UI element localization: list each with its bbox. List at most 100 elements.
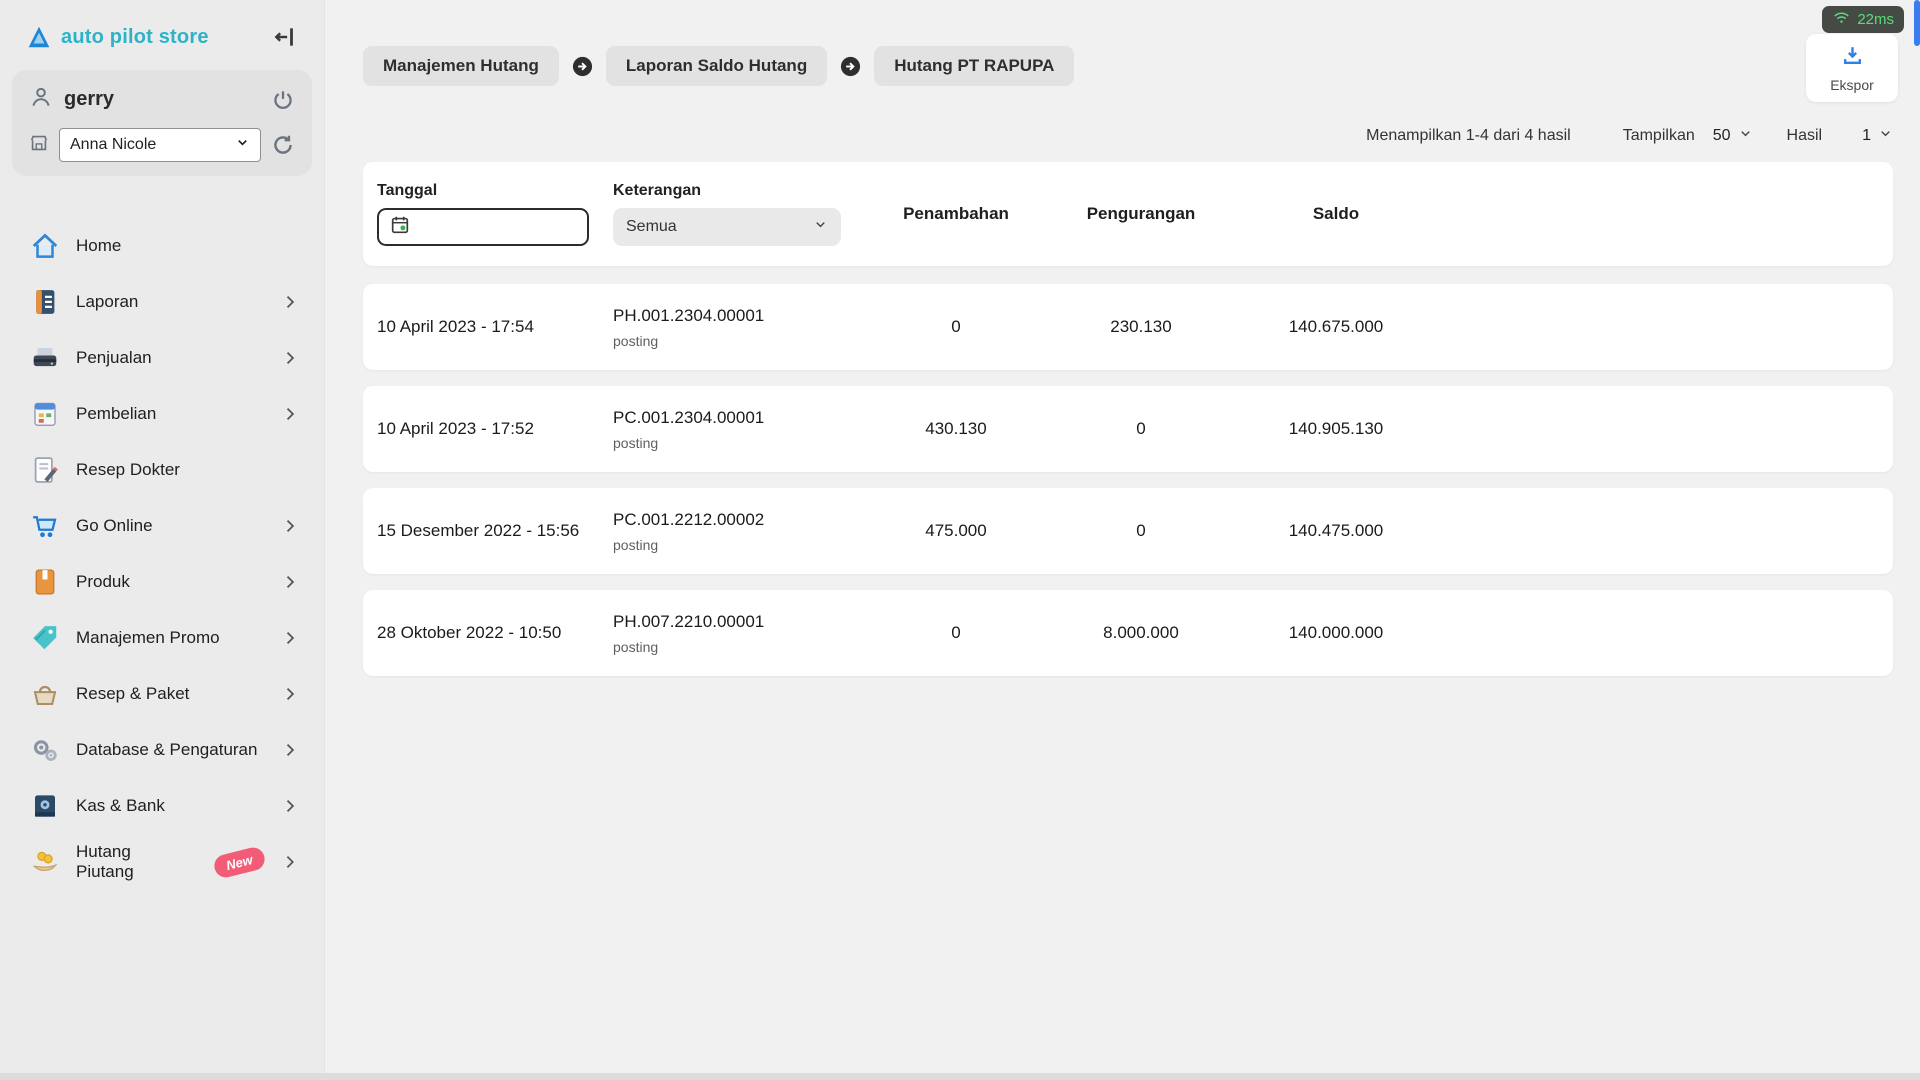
page-dropdown[interactable]: 1 <box>1862 126 1893 146</box>
latency-badge: 22ms <box>1822 6 1904 33</box>
row-penambahan: 430.130 <box>925 419 987 438</box>
row-keterangan: PC.001.2212.00002 posting <box>613 510 866 553</box>
breadcrumb-item[interactable]: Hutang PT RAPUPA <box>874 46 1075 86</box>
export-button[interactable]: Ekspor <box>1806 34 1898 102</box>
row-tanggal: 10 April 2023 - 17:52 <box>377 419 534 438</box>
sidebar-item-database-pengaturan[interactable]: Database & Pengaturan <box>0 722 324 778</box>
row-tanggal: 10 April 2023 - 17:54 <box>377 317 534 336</box>
row-status: posting <box>613 332 659 349</box>
row-kode: PH.001.2304.00001 <box>613 305 765 325</box>
outlet-select[interactable]: Anna Nicole <box>59 128 261 162</box>
column-header-pengurangan: Pengurangan <box>1086 204 1196 223</box>
breadcrumb-arrow-icon <box>839 55 862 78</box>
sidebar-collapse-button[interactable] <box>272 24 298 50</box>
breadcrumb-item[interactable]: Manajemen Hutang <box>363 46 559 86</box>
table-row[interactable]: 10 April 2023 - 17:52 PC.001.2304.00001 … <box>363 386 1893 472</box>
chevron-right-icon <box>280 572 300 592</box>
chevron-right-icon <box>280 796 300 816</box>
row-pengurangan: 230.130 <box>1110 317 1172 336</box>
row-pengurangan: 0 <box>1136 419 1146 438</box>
chevron-down-icon <box>1738 126 1753 146</box>
refresh-button[interactable] <box>270 132 296 158</box>
sidebar-item-label: Resep Dokter <box>76 460 180 479</box>
logo-icon <box>26 24 52 50</box>
sidebar-item-label: Kas & Bank <box>76 796 165 815</box>
outlet-icon <box>28 132 50 159</box>
sidebar: auto pilot store gerry Anna Nicole Home <box>0 0 325 1080</box>
chevron-right-icon <box>280 852 300 872</box>
sidebar-nav: Home Laporan Penjualan Pembelian Resep D… <box>0 218 324 890</box>
results-summary: Menampilkan 1-4 dari 4 hasil <box>1366 127 1571 144</box>
page-size-dropdown[interactable]: 50 <box>1713 126 1753 146</box>
sidebar-item-label: Pembelian <box>76 404 157 423</box>
download-icon <box>1840 43 1865 73</box>
sidebar-item-kas-bank[interactable]: Kas & Bank <box>0 778 324 834</box>
date-input[interactable] <box>377 208 589 246</box>
sidebar-item-manajemen-promo[interactable]: Manajemen Promo <box>0 610 324 666</box>
main-content: Manajemen Hutang Laporan Saldo Hutang Huta… <box>325 0 1920 1080</box>
logo-text: auto pilot store <box>61 25 209 48</box>
user-card: gerry Anna Nicole <box>12 70 312 176</box>
horizontal-scrollbar-track[interactable] <box>0 1073 1920 1080</box>
sidebar-item-go-online[interactable]: Go Online <box>0 498 324 554</box>
outlet-select-value: Anna Nicole <box>70 136 157 153</box>
purchase-icon <box>30 399 60 429</box>
sidebar-item-resep-dokter[interactable]: Resep Dokter <box>0 442 324 498</box>
row-saldo: 140.675.000 <box>1288 317 1384 336</box>
cart-icon <box>30 511 60 541</box>
keterangan-value: Semua <box>626 218 677 235</box>
power-button[interactable] <box>270 87 296 113</box>
row-penambahan: 0 <box>951 317 961 336</box>
sidebar-item-label: Laporan <box>76 292 139 311</box>
keterangan-select[interactable]: Semua <box>613 208 841 246</box>
row-penambahan: 475.000 <box>925 521 987 540</box>
row-keterangan: PH.001.2304.00001 posting <box>613 306 866 349</box>
sidebar-item-label: Produk <box>76 572 130 591</box>
app-root: auto pilot store gerry Anna Nicole Home <box>0 0 1920 1080</box>
vertical-scrollbar-thumb[interactable] <box>1914 0 1920 46</box>
table-row[interactable]: 15 Desember 2022 - 15:56 PC.001.2212.000… <box>363 488 1893 574</box>
chevron-right-icon <box>280 292 300 312</box>
sidebar-item-laporan[interactable]: Laporan <box>0 274 324 330</box>
keterangan-filter: Keterangan Semua <box>613 182 866 246</box>
promo-icon <box>30 623 60 653</box>
tanggal-filter: Tanggal <box>377 182 613 246</box>
calendar-icon <box>389 214 411 241</box>
row-status: posting <box>613 434 659 451</box>
sidebar-item-pembelian[interactable]: Pembelian <box>0 386 324 442</box>
chevron-down-icon <box>1878 126 1893 146</box>
sidebar-item-resep-paket[interactable]: Resep & Paket <box>0 666 324 722</box>
column-header-saldo: Saldo <box>1312 204 1360 223</box>
row-penambahan: 0 <box>951 623 961 642</box>
chevron-right-icon <box>280 404 300 424</box>
table-header-card: Tanggal Keterangan Semua Penambahan Peng… <box>363 162 1893 266</box>
chevron-down-icon <box>813 217 828 237</box>
new-badge: New <box>211 844 267 880</box>
row-saldo: 140.905.130 <box>1288 419 1384 438</box>
row-tanggal: 28 Oktober 2022 - 10:50 <box>377 623 562 642</box>
chevron-right-icon <box>280 348 300 368</box>
home-icon <box>30 231 60 261</box>
results-bar: Menampilkan 1-4 dari 4 hasil Tampilkan 5… <box>363 126 1893 146</box>
table-row[interactable]: 10 April 2023 - 17:54 PH.001.2304.00001 … <box>363 284 1893 370</box>
latency-value: 22ms <box>1857 11 1894 28</box>
row-keterangan: PC.001.2304.00001 posting <box>613 408 866 451</box>
sidebar-item-home[interactable]: Home <box>0 218 324 274</box>
settings-icon <box>30 735 60 765</box>
export-label: Ekspor <box>1830 77 1874 93</box>
basket-icon <box>30 679 60 709</box>
chevron-down-icon <box>235 135 250 155</box>
breadcrumb-item[interactable]: Laporan Saldo Hutang <box>605 46 828 86</box>
logo[interactable]: auto pilot store <box>26 24 209 50</box>
sidebar-item-label: Go Online <box>76 516 153 535</box>
row-kode: PH.007.2210.00001 <box>613 611 765 631</box>
breadcrumb-arrow-icon <box>571 55 594 78</box>
chevron-right-icon <box>280 740 300 760</box>
row-pengurangan: 0 <box>1136 521 1146 540</box>
sidebar-item-hutang-piutang[interactable]: Hutang Piutang New <box>0 834 324 890</box>
table-row[interactable]: 28 Oktober 2022 - 10:50 PH.007.2210.0000… <box>363 590 1893 676</box>
sidebar-item-penjualan[interactable]: Penjualan <box>0 330 324 386</box>
prescription-icon <box>30 455 60 485</box>
wifi-icon <box>1832 10 1851 29</box>
sidebar-item-produk[interactable]: Produk <box>0 554 324 610</box>
